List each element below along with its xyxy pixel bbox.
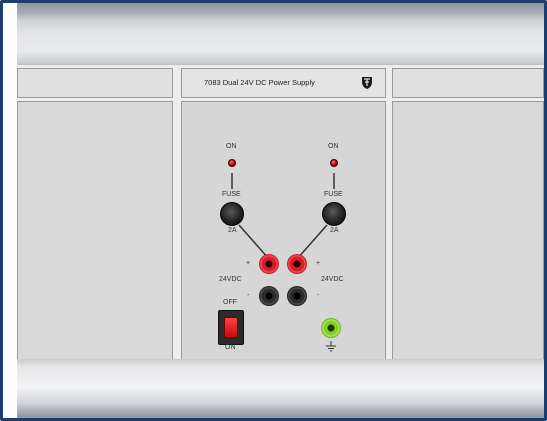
left-negative-jack[interactable] [259, 286, 279, 306]
right-negative-jack[interactable] [287, 286, 307, 306]
ground-icon [326, 341, 336, 352]
right-fuse-holder[interactable] [322, 202, 346, 226]
left-positive-jack[interactable] [259, 254, 279, 274]
power-switch-rocker[interactable] [224, 317, 238, 338]
right-voltage-label: 24VDC [321, 276, 344, 283]
ground-jack[interactable] [321, 318, 341, 338]
left-on-led [228, 159, 236, 167]
power-switch[interactable] [218, 310, 244, 345]
right-positive-jack[interactable] [287, 254, 307, 274]
right-fuse-label: FUSE [324, 191, 343, 198]
right-minus-sign: - [317, 292, 320, 299]
left-on-label: ON [226, 143, 237, 150]
right-plus-sign: + [316, 260, 321, 267]
panel-wiring [231, 173, 335, 260]
left-fuse-holder[interactable] [220, 202, 244, 226]
switch-on-label: ON [225, 344, 236, 351]
right-on-led [330, 159, 338, 167]
equipment-frame: 7083 Dual 24V DC Power Supply ON FUSE 2A… [0, 0, 547, 421]
switch-off-label: OFF [223, 299, 237, 306]
right-fuse-rating: 2A [330, 227, 339, 234]
right-fuse-line [296, 224, 328, 260]
bottom-rail [17, 359, 544, 418]
screenshot-frame: 7083 Dual 24V DC Power Supply ON FUSE 2A… [0, 0, 547, 421]
left-fuse-label: FUSE [222, 191, 241, 198]
left-fuse-rating: 2A [228, 227, 237, 234]
right-on-label: ON [328, 143, 339, 150]
left-voltage-label: 24VDC [219, 276, 242, 283]
left-plus-sign: + [246, 260, 251, 267]
left-minus-sign: - [247, 292, 250, 299]
